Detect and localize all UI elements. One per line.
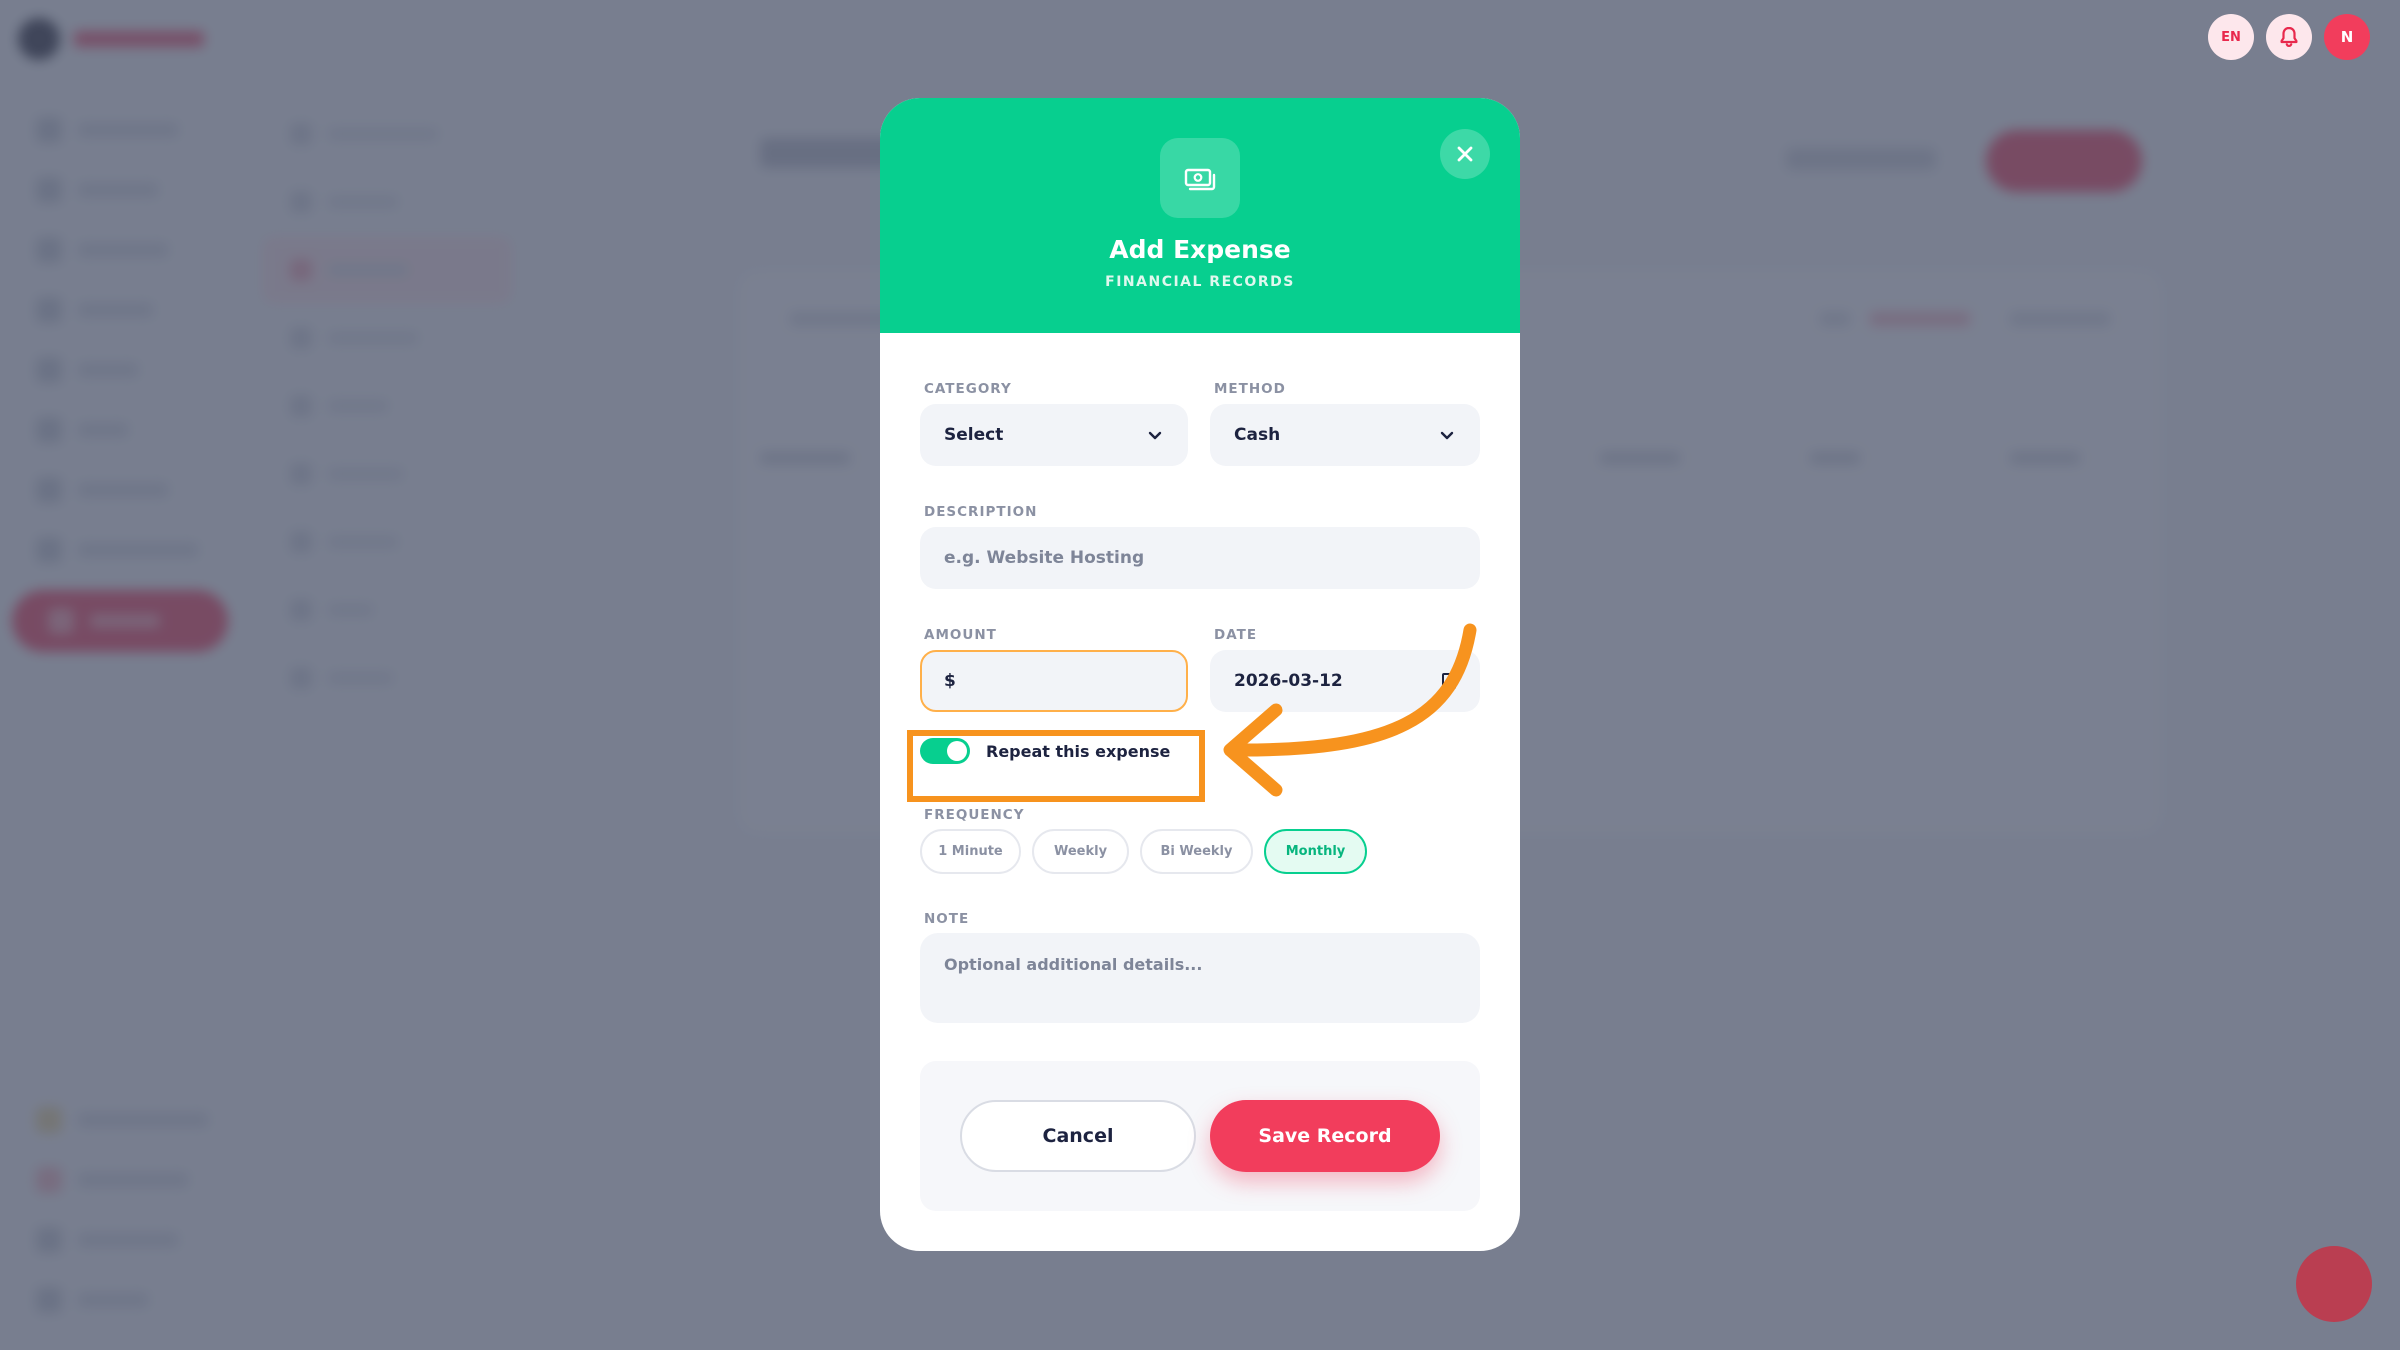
frequency-option-bi-weekly[interactable]: Bi Weekly [1140, 829, 1253, 874]
language-switcher[interactable]: EN [2208, 14, 2254, 60]
note-textarea[interactable]: Optional additional details... [920, 933, 1480, 1023]
description-label: DESCRIPTION [924, 504, 1038, 520]
chevron-down-icon [1148, 431, 1162, 440]
amount-input[interactable]: $ [920, 650, 1188, 712]
amount-prefix: $ [944, 671, 956, 691]
close-button[interactable] [1440, 129, 1490, 179]
modal-title: Add Expense [1109, 235, 1291, 264]
method-value: Cash [1234, 425, 1281, 445]
frequency-option-weekly[interactable]: Weekly [1032, 829, 1129, 874]
annotation-arrow-icon [1223, 623, 1477, 797]
bell-icon [2280, 26, 2298, 47]
note-label: NOTE [924, 911, 970, 927]
amount-label: AMOUNT [924, 627, 997, 643]
modal-header: Add Expense FINANCIAL RECORDS [880, 98, 1520, 333]
frequency-option-monthly[interactable]: Monthly [1264, 829, 1367, 874]
frequency-option-1-minute[interactable]: 1 Minute [920, 829, 1021, 874]
category-label: CATEGORY [924, 381, 1012, 397]
save-record-button[interactable]: Save Record [1210, 1100, 1440, 1172]
category-value: Select [944, 425, 1004, 445]
chevron-down-icon [1440, 431, 1454, 440]
frequency-options: 1 Minute Weekly Bi Weekly Monthly [920, 829, 1367, 874]
method-label: METHOD [1214, 381, 1286, 397]
method-select[interactable]: Cash [1210, 404, 1480, 466]
notifications-button[interactable] [2266, 14, 2312, 60]
user-avatar[interactable]: N [2324, 14, 2370, 60]
modal-subtitle: FINANCIAL RECORDS [1105, 274, 1295, 290]
category-select[interactable]: Select [920, 404, 1188, 466]
frequency-label: FREQUENCY [924, 807, 1025, 823]
modal-footer: Cancel Save Record [920, 1061, 1480, 1211]
description-input[interactable]: e.g. Website Hosting [920, 527, 1480, 589]
close-icon [1457, 146, 1473, 162]
cancel-button[interactable]: Cancel [960, 1100, 1196, 1172]
annotation-highlight-box [907, 730, 1205, 802]
help-fab[interactable] [2296, 1246, 2372, 1322]
description-placeholder: e.g. Website Hosting [944, 548, 1145, 568]
top-controls: EN N [2208, 14, 2370, 60]
note-placeholder: Optional additional details... [944, 955, 1203, 974]
money-icon [1160, 138, 1240, 218]
